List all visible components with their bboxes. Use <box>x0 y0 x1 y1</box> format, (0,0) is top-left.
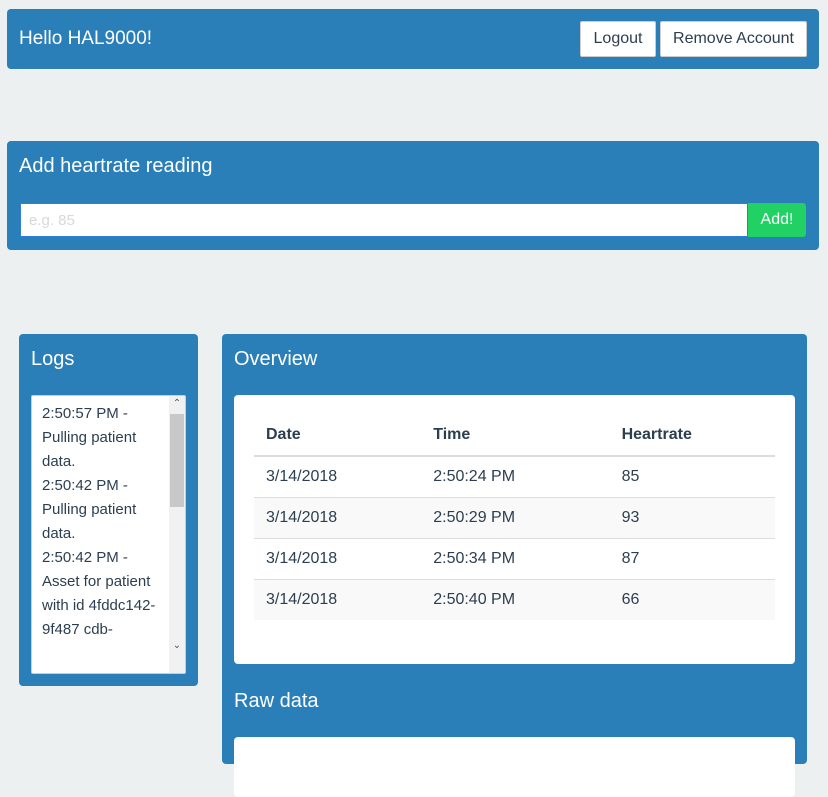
heartrate-table: Date Time Heartrate 3/14/2018 2:50:24 PM 8… <box>254 415 775 620</box>
overview-card: Date Time Heartrate 3/14/2018 2:50:24 PM 8… <box>234 395 795 664</box>
add-button[interactable]: Add! <box>748 203 806 237</box>
cell-heartrate: 85 <box>609 455 775 497</box>
raw-data-title: Raw data <box>234 690 319 712</box>
column-header-date: Date <box>254 415 422 457</box>
logs-text: 2:50:57 PM - Pulling patient data. 2:50:… <box>42 405 156 638</box>
scroll-down-icon[interactable]: ⌄ <box>169 640 185 651</box>
remove-account-button[interactable]: Remove Account <box>660 21 807 57</box>
cell-heartrate: 93 <box>609 496 775 538</box>
cell-date: 3/14/2018 <box>254 496 422 538</box>
column-header-heartrate: Heartrate <box>609 415 775 457</box>
table-row: 3/14/2018 2:50:24 PM 85 <box>254 455 775 497</box>
cell-date: 3/14/2018 <box>254 578 422 620</box>
cell-time: 2:50:40 PM <box>421 578 610 620</box>
add-reading-title: Add heartrate reading <box>19 155 213 177</box>
heartrate-input[interactable] <box>20 203 748 237</box>
logs-title: Logs <box>31 348 75 370</box>
greeting: Hello HAL9000! <box>19 28 153 49</box>
add-reading-panel: Add heartrate reading Add! <box>7 141 819 250</box>
cell-date: 3/14/2018 <box>254 537 422 579</box>
scroll-up-icon[interactable]: ⌃ <box>169 398 185 409</box>
cell-heartrate: 66 <box>609 578 775 620</box>
scrollbar-thumb[interactable] <box>170 414 184 507</box>
logs-panel: Logs 2:50:57 PM - Pulling patient data. … <box>19 334 198 686</box>
cell-time: 2:50:24 PM <box>421 455 610 497</box>
cell-time: 2:50:34 PM <box>421 537 610 579</box>
cell-heartrate: 87 <box>609 537 775 579</box>
header-bar: Hello HAL9000! Logout Remove Account <box>7 9 819 69</box>
scrollbar[interactable]: ⌃ ⌄ <box>169 396 185 673</box>
overview-panel: Overview Date Time Heartrate 3/14/2018 2:… <box>222 334 807 797</box>
raw-data-card <box>234 737 795 797</box>
table-row: 3/14/2018 2:50:29 PM 93 <box>254 496 775 538</box>
table-row: 3/14/2018 2:50:34 PM 87 <box>254 537 775 579</box>
table-row: 3/14/2018 2:50:40 PM 66 <box>254 578 775 620</box>
column-header-time: Time <box>421 415 610 457</box>
cell-time: 2:50:29 PM <box>421 496 610 538</box>
logs-textarea[interactable]: 2:50:57 PM - Pulling patient data. 2:50:… <box>31 395 186 674</box>
cell-date: 3/14/2018 <box>254 455 422 497</box>
logout-button[interactable]: Logout <box>580 21 656 57</box>
overview-title: Overview <box>234 348 318 370</box>
